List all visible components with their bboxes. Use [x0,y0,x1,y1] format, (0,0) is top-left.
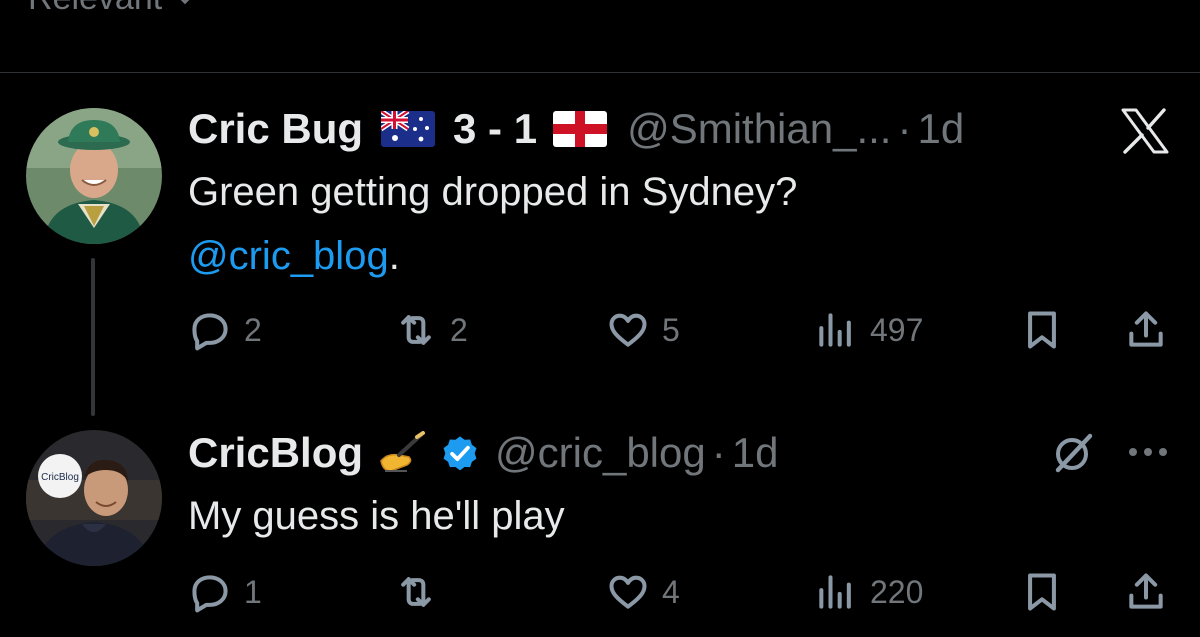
timestamp[interactable]: 1d [732,428,779,478]
sort-dropdown[interactable]: Relevant [28,0,198,18]
repost-icon [401,315,431,345]
bookmark-button[interactable] [1020,308,1064,352]
header-divider [0,72,1200,73]
separator-dot: · [897,105,912,152]
chevron-down-icon [180,0,190,5]
australia-flag-icon [381,111,436,147]
reply-icon [192,313,228,351]
share-icon [1129,311,1163,347]
like-button[interactable]: 4 [606,570,680,614]
share-icon [1129,573,1163,609]
repost-count: 2 [450,311,468,348]
repost-button[interactable]: 2 [394,308,468,352]
views-button[interactable]: 497 [814,308,923,352]
handle[interactable]: @cric_blog [495,428,706,478]
display-name[interactable]: Cric Bug [188,104,363,154]
repost-icon [401,577,431,607]
reply-count: 2 [244,311,262,348]
avatar-logo-text: CricBlog [41,472,79,483]
england-flag-icon [553,111,608,147]
tweet-header: Cric Bug 3 - 1 @Smithian_... · 1d [188,104,964,154]
like-icon [609,575,647,609]
views-icon [819,313,851,347]
mention-suffix: . [388,234,400,278]
display-name[interactable]: CricBlog [188,428,363,478]
views-button[interactable]: 220 [814,570,923,614]
reply-icon [192,575,228,613]
score-text: 3 - 1 [453,105,538,152]
writing-hand-emoji-icon [380,431,426,472]
bookmark-icon [1028,311,1056,349]
share-button[interactable] [1124,308,1168,352]
mention-link[interactable]: @cric_blog [188,234,389,278]
share-button[interactable] [1124,570,1168,614]
like-button[interactable]: 5 [606,308,680,352]
tweet-text: Green getting dropped in Sydney? [188,170,798,214]
more-icon[interactable] [1126,440,1170,464]
reply-count: 1 [244,573,262,610]
x-logo-icon[interactable] [1120,108,1170,154]
views-icon [819,575,851,609]
bookmark-button[interactable] [1020,570,1064,614]
tweet-header: CricBlog @cric_blog · 1d [188,428,778,478]
tweet-text-line2: @cric_blog. [188,226,400,286]
handle[interactable]: @Smithian_... [627,104,891,154]
view-count: 497 [870,311,924,348]
avatar[interactable]: CricBlog [26,430,162,566]
reply-button[interactable]: 2 [188,308,262,352]
grok-icon[interactable] [1050,428,1098,476]
bookmark-icon [1028,573,1056,611]
reply-button[interactable]: 1 [188,570,262,614]
like-count: 4 [662,573,680,610]
like-count: 5 [662,311,680,348]
view-count: 220 [870,573,924,610]
verified-badge-icon[interactable] [439,432,481,474]
thread-line [91,258,95,416]
sort-label: Relevant [28,0,162,18]
timestamp[interactable]: 1d [917,104,964,154]
tweet-text: My guess is he'll play [188,494,565,538]
avatar[interactable] [26,108,162,244]
repost-button[interactable] [394,570,450,614]
separator-dot: · [711,429,726,476]
like-icon [609,313,647,347]
